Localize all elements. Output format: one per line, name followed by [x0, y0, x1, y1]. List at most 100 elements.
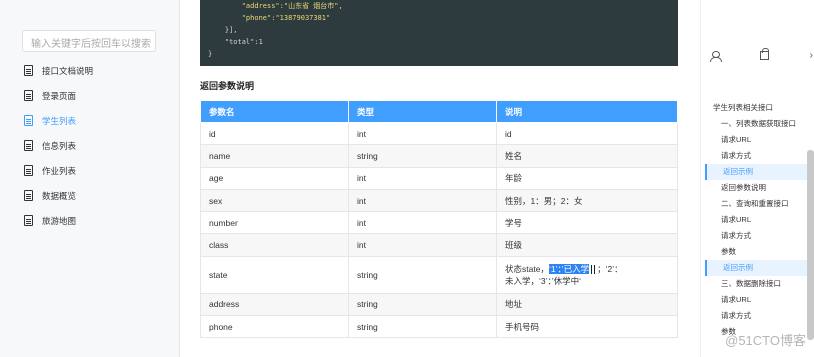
cell-desc: 姓名: [496, 144, 678, 168]
toc-item[interactable]: 请求方式: [705, 148, 814, 164]
table-row: name string 姓名: [200, 144, 678, 168]
sidebar-item-login[interactable]: 登录页面: [24, 83, 174, 108]
toc-item[interactable]: 一、列表数据获取接口: [705, 116, 814, 132]
header-param-name: 参数名: [200, 100, 349, 123]
code-line: "total":1: [208, 38, 263, 46]
cell-desc: 手机号码: [496, 315, 678, 339]
toc-item[interactable]: 返回参数说明: [705, 180, 814, 196]
toc-item[interactable]: 学生列表相关接口: [705, 100, 814, 116]
document-icon: [24, 65, 33, 76]
table-of-contents: 学生列表相关接口 一、列表数据获取接口 请求URL 请求方式 返回示例 返回参数…: [705, 100, 814, 340]
sidebar-item-api-doc[interactable]: 接口文档说明: [24, 58, 174, 83]
document-icon: [24, 215, 33, 226]
sidebar-nav: 接口文档说明 登录页面 学生列表 信息列表 作业列表 数据概览 旅游地图: [24, 58, 174, 233]
cell-desc: 学号: [496, 211, 678, 235]
document-icon: [24, 165, 33, 176]
app-root: 输入关键字后按回车以搜索 接口文档说明 登录页面 学生列表 信息列表 作业列表 …: [0, 0, 814, 357]
toc-item[interactable]: 三、数据删除接口: [705, 276, 814, 292]
selected-text[interactable]: ‘1’：’已入学: [548, 263, 590, 274]
cell-type: string: [348, 292, 497, 317]
right-toc-panel: › 学生列表相关接口 一、列表数据获取接口 请求URL 请求方式 返回示例 返回…: [700, 0, 814, 357]
params-table: 参数名 类型 说明 id int id name string 姓名 age int 年龄 …: [200, 100, 678, 339]
table-header-row: 参数名 类型 说明: [200, 100, 678, 123]
cell-type: int: [348, 166, 497, 190]
header-type: 类型: [348, 100, 497, 123]
sidebar-item-label: 旅游地图: [42, 215, 77, 226]
cell-type: int: [348, 121, 497, 146]
cell-name: number: [200, 211, 349, 235]
cell-name: address: [200, 292, 349, 317]
state-desc-prefix: 状态state，: [505, 263, 549, 274]
document-icon: [24, 90, 33, 101]
toc-item[interactable]: 请求方式: [705, 308, 814, 324]
user-icon[interactable]: [710, 50, 722, 62]
cell-type: int: [348, 188, 497, 213]
table-row: state string 状态state，‘1’：’已入学 ；‘2’： 未入学，‘…: [200, 255, 678, 294]
top-icon-bar: ›: [710, 48, 813, 62]
code-block: "address":"山东省 烟台市", "phone":"1387903738…: [200, 0, 678, 66]
cell-name: name: [200, 144, 349, 168]
toc-item-active[interactable]: 返回示例: [705, 260, 814, 276]
sidebar-item-info-list[interactable]: 信息列表: [24, 133, 174, 158]
cell-type: string: [348, 255, 497, 294]
toc-item[interactable]: 参数: [705, 244, 814, 260]
cell-type: int: [348, 211, 497, 235]
sidebar-item-label: 接口文档说明: [42, 65, 94, 76]
toc-item[interactable]: 请求URL: [705, 292, 814, 308]
left-sidebar: 输入关键字后按回车以搜索 接口文档说明 登录页面 学生列表 信息列表 作业列表 …: [0, 0, 180, 357]
sidebar-item-homework-list[interactable]: 作业列表: [24, 158, 174, 183]
sidebar-item-label: 信息列表: [42, 140, 77, 151]
table-row: address string 地址: [200, 292, 678, 317]
toc-item[interactable]: 请求URL: [705, 212, 814, 228]
code-line: }],: [208, 26, 238, 34]
cell-type: string: [348, 315, 497, 339]
cell-desc: 班级: [496, 233, 678, 257]
sidebar-item-travel-map[interactable]: 旅游地图: [24, 208, 174, 233]
search-input[interactable]: 输入关键字后按回车以搜索: [22, 30, 156, 52]
sidebar-item-label: 数据概览: [42, 190, 77, 201]
sidebar-item-data-overview[interactable]: 数据概览: [24, 183, 174, 208]
cell-desc-state[interactable]: 状态state，‘1’：’已入学 ；‘2’： 未入学，‘3’：’休学中‘: [496, 255, 678, 294]
cell-desc: 地址: [496, 292, 678, 317]
table-row: id int id: [200, 121, 678, 146]
cell-name: id: [200, 121, 349, 146]
text-cursor-icon: [591, 265, 596, 275]
cell-desc: id: [496, 121, 678, 146]
bag-icon[interactable]: [760, 48, 770, 60]
cell-name: class: [200, 233, 349, 257]
cell-name: state: [200, 255, 349, 294]
table-row: number int 学号: [200, 211, 678, 235]
chevron-right-icon[interactable]: ›: [810, 50, 813, 61]
table-row: sex int 性别，1：男；2：女: [200, 188, 678, 213]
code-line: "address":"山东省 烟台市",: [241, 2, 343, 10]
cell-type: int: [348, 233, 497, 257]
document-icon: [24, 140, 33, 151]
cell-type: string: [348, 144, 497, 168]
sidebar-item-label: 登录页面: [42, 90, 77, 101]
toc-item-active[interactable]: 返回示例: [705, 164, 814, 180]
toc-scrollbar[interactable]: [807, 150, 814, 340]
code-line: "phone":"13879037381": [241, 14, 331, 22]
sidebar-item-student-list[interactable]: 学生列表: [24, 108, 174, 133]
state-desc-suffix: ；‘2’：: [597, 263, 623, 274]
cell-name: phone: [200, 315, 349, 339]
section-title: 返回参数说明: [200, 81, 255, 91]
cell-name: age: [200, 166, 349, 190]
table-row: class int 班级: [200, 233, 678, 257]
header-description: 说明: [496, 100, 678, 123]
table-row: phone string 手机号码: [200, 315, 678, 339]
document-icon: [24, 190, 33, 201]
cell-desc: 年龄: [496, 166, 678, 190]
sidebar-item-label: 作业列表: [42, 165, 77, 176]
sidebar-item-label: 学生列表: [42, 115, 77, 126]
document-icon: [24, 115, 33, 126]
state-desc-line1: 状态state，‘1’：’已入学 ；‘2’：: [505, 263, 669, 275]
state-desc-line2: 未入学，‘3’：’休学中‘: [505, 275, 582, 286]
toc-item[interactable]: 请求URL: [705, 132, 814, 148]
cell-desc: 性别，1：男；2：女: [496, 188, 678, 213]
toc-item[interactable]: 请求方式: [705, 228, 814, 244]
toc-item[interactable]: 二、查询和重置接口: [705, 196, 814, 212]
watermark: @51CTO博客: [725, 333, 806, 348]
table-row: age int 年龄: [200, 166, 678, 190]
code-line: }: [208, 50, 213, 58]
